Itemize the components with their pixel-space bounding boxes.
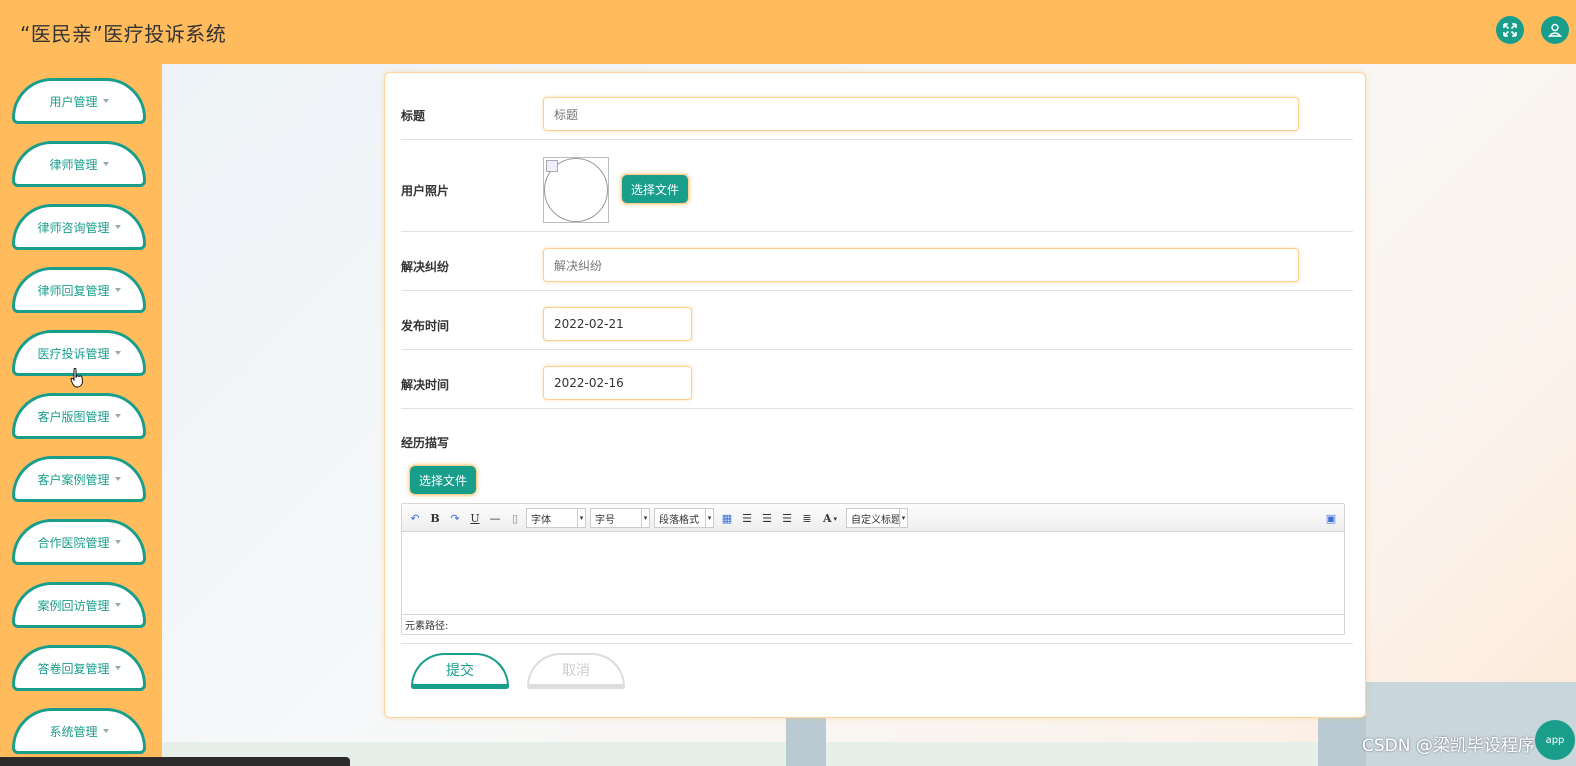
dispute-label: 解决纠纷 — [401, 260, 450, 274]
publish-time-label: 发布时间 — [401, 319, 450, 333]
sidebar-item-label: 客户版图管理 — [37, 409, 110, 424]
rich-text-editor: ↶ B ↷ U — ▯ 字体 ▾ 字号 ▾ 段落格式 ▾ ▦ ☰ ☰ ☰ ≣ A ▾ 自… — [401, 503, 1345, 635]
caret-down-icon — [114, 540, 121, 544]
editor-content-area[interactable] — [402, 533, 1344, 614]
dropdown-arrow-icon: ▾ — [899, 509, 907, 527]
user-icon — [1548, 23, 1562, 37]
watermark-text: CSDN @梁凯毕设程序 — [1362, 736, 1535, 756]
sidebar-item-label: 医疗投诉管理 — [37, 346, 110, 361]
sidebar-item-label: 系统管理 — [49, 724, 98, 739]
sidebar: 用户管理 律师管理 律师咨询管理 律师回复管理 医疗投诉管理 客户版图管理 客户… — [0, 64, 162, 766]
table-icon[interactable]: ▦ — [720, 509, 734, 527]
app-title: “医民亲”医疗投诉系统 — [20, 22, 227, 46]
caret-down-icon — [114, 225, 121, 229]
photo-choose-file-button[interactable]: 选择文件 — [621, 174, 690, 204]
sidebar-item-user-management[interactable]: 用户管理 — [12, 78, 146, 124]
caret-down-icon — [102, 729, 109, 733]
font-family-select[interactable]: 字体 ▾ — [526, 508, 586, 528]
row-divider — [401, 231, 1353, 232]
font-family-value: 字体 — [531, 514, 551, 526]
sidebar-item-label: 合作医院管理 — [37, 535, 110, 550]
caret-down-icon — [102, 99, 109, 103]
row-divider — [401, 290, 1353, 291]
background-shape — [1318, 716, 1366, 766]
caret-down-icon — [114, 477, 121, 481]
align-center-icon[interactable]: ☰ — [780, 509, 794, 527]
align-left-icon[interactable]: ☰ — [740, 509, 754, 527]
title-label: 标题 — [401, 109, 426, 123]
user-photo-preview — [543, 157, 609, 223]
font-color-icon[interactable]: A ▾ — [820, 509, 840, 527]
paragraph-format-value: 段落格式 — [659, 514, 699, 526]
browser-status-bar — [0, 757, 350, 766]
redo-icon[interactable]: ↷ — [448, 509, 462, 527]
align-justify-icon[interactable]: ≣ — [800, 509, 814, 527]
align-right-icon[interactable]: ☰ — [760, 509, 774, 527]
custom-title-value: 自定义标题 — [851, 514, 901, 526]
broken-image-icon — [546, 160, 558, 172]
page-icon[interactable]: ▯ — [508, 509, 522, 527]
fullscreen-button[interactable] — [1496, 16, 1524, 44]
sidebar-item-partner-hospitals[interactable]: 合作医院管理 — [12, 519, 146, 565]
editor-toolbar: ↶ B ↷ U — ▯ 字体 ▾ 字号 ▾ 段落格式 ▾ ▦ ☰ ☰ ☰ ≣ A ▾ 自… — [402, 504, 1344, 532]
sidebar-item-customer-cases[interactable]: 客户案例管理 — [12, 456, 146, 502]
submit-button[interactable]: 提交 — [411, 653, 509, 689]
sidebar-item-lawyer-consult[interactable]: 律师咨询管理 — [12, 204, 146, 250]
caret-down-icon — [102, 162, 109, 166]
row-divider — [401, 349, 1353, 350]
caret-down-icon — [114, 414, 121, 418]
sidebar-item-system-management[interactable]: 系统管理 — [12, 708, 146, 754]
top-header: “医民亲”医疗投诉系统 — [0, 0, 1576, 64]
caret-down-icon — [114, 603, 121, 607]
sidebar-item-customer-territory[interactable]: 客户版图管理 — [12, 393, 146, 439]
experience-label: 经历描写 — [401, 436, 450, 450]
undo-icon[interactable]: ↶ — [408, 509, 422, 527]
expand-icon — [1503, 23, 1517, 37]
dispute-input[interactable]: 解决纠纷 — [543, 248, 1299, 282]
caret-down-icon — [114, 666, 121, 670]
complaint-form: 标题 标题 用户照片 选择文件 解决纠纷 解决纠纷 发布时间 2022-02-2… — [384, 72, 1366, 718]
dropdown-arrow-icon: ▾ — [833, 513, 838, 523]
horizontal-rule-icon[interactable]: — — [488, 509, 502, 527]
font-size-value: 字号 — [595, 514, 615, 526]
background-shape — [786, 716, 826, 766]
app-bubble-button[interactable]: app — [1535, 720, 1575, 760]
sidebar-item-lawyer-management[interactable]: 律师管理 — [12, 141, 146, 187]
photo-label: 用户照片 — [401, 184, 450, 198]
sidebar-item-label: 律师管理 — [49, 157, 98, 172]
row-divider — [401, 139, 1353, 140]
sidebar-item-label: 客户案例管理 — [37, 472, 110, 487]
title-input[interactable]: 标题 — [543, 97, 1299, 131]
sidebar-item-label: 答卷回复管理 — [37, 661, 110, 676]
cancel-button[interactable]: 取消 — [527, 653, 625, 689]
editor-element-path: 元素路径: — [402, 614, 1344, 634]
resolve-time-label: 解决时间 — [401, 378, 450, 392]
row-divider — [401, 643, 1353, 644]
underline-icon[interactable]: U — [468, 509, 482, 527]
custom-title-select[interactable]: 自定义标题 ▾ — [846, 508, 908, 528]
sidebar-item-label: 案例回访管理 — [37, 598, 110, 613]
caret-down-icon — [114, 288, 121, 292]
sidebar-item-label: 律师回复管理 — [37, 283, 110, 298]
fullscreen-editor-icon[interactable]: ▣ — [1324, 509, 1338, 527]
paragraph-format-select[interactable]: 段落格式 ▾ — [654, 508, 714, 528]
user-menu-button[interactable] — [1541, 16, 1569, 44]
sidebar-item-label: 律师咨询管理 — [37, 220, 110, 235]
hand-cursor-icon — [70, 368, 83, 388]
font-size-select[interactable]: 字号 ▾ — [590, 508, 650, 528]
publish-date-input[interactable]: 2022-02-21 — [543, 307, 692, 341]
dropdown-arrow-icon: ▾ — [641, 509, 649, 527]
resolve-date-input[interactable]: 2022-02-16 — [543, 366, 692, 400]
dropdown-arrow-icon: ▾ — [705, 509, 713, 527]
sidebar-item-case-followup[interactable]: 案例回访管理 — [12, 582, 146, 628]
bold-icon[interactable]: B — [428, 509, 442, 527]
sidebar-item-lawyer-reply[interactable]: 律师回复管理 — [12, 267, 146, 313]
dropdown-arrow-icon: ▾ — [577, 509, 585, 527]
sidebar-item-label: 用户管理 — [49, 94, 98, 109]
font-color-label: A — [822, 511, 832, 525]
caret-down-icon — [114, 351, 121, 355]
sidebar-item-questionnaire-reply[interactable]: 答卷回复管理 — [12, 645, 146, 691]
row-divider — [401, 408, 1353, 409]
experience-choose-file-button[interactable]: 选择文件 — [409, 465, 478, 495]
